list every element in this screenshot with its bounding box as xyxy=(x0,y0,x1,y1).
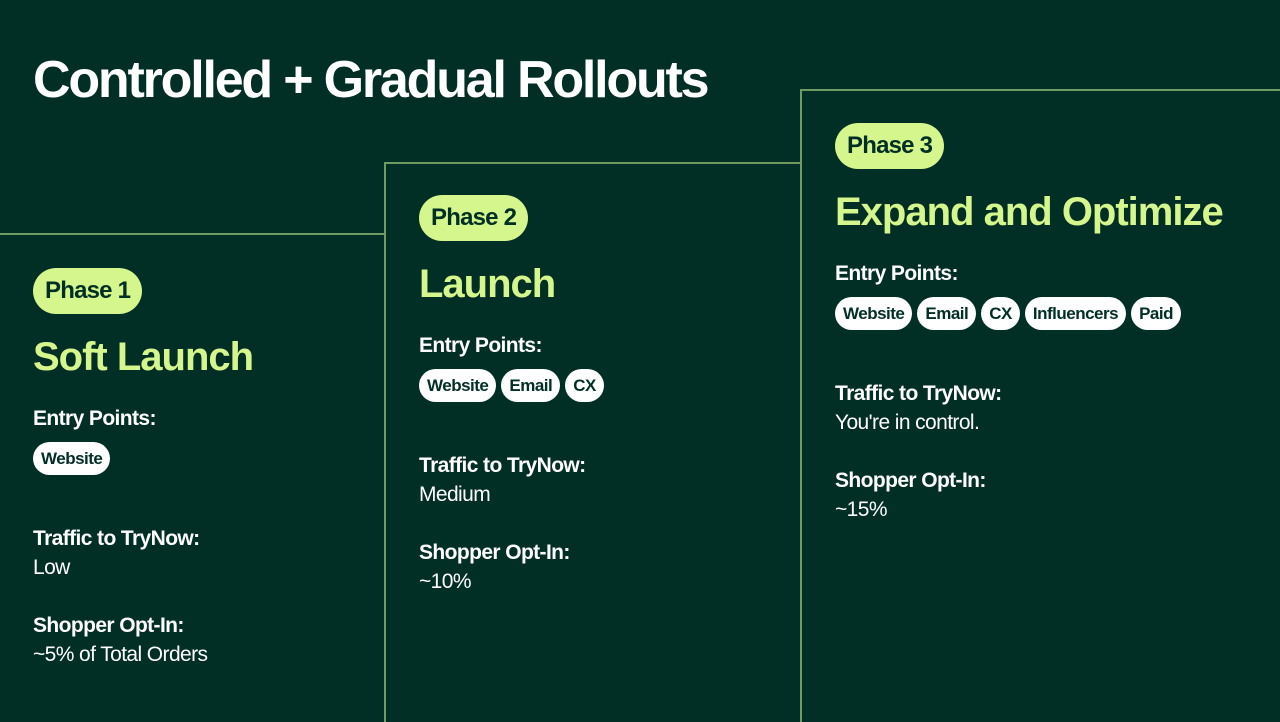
phase-badge: Phase 3 xyxy=(835,123,945,169)
entry-points-label: Entry Points: xyxy=(33,407,156,430)
optin-label: Shopper Opt-In: xyxy=(419,541,570,564)
traffic-label: Traffic to TryNow: xyxy=(835,382,1002,405)
traffic-value: Medium xyxy=(419,483,491,506)
entry-point-chip: Website xyxy=(835,297,913,330)
phase-badge: Phase 1 xyxy=(33,268,143,314)
entry-points-label: Entry Points: xyxy=(835,262,958,285)
traffic-label: Traffic to TryNow: xyxy=(419,454,586,477)
phase-title: Expand and Optimize xyxy=(835,190,1224,234)
optin-section: Shopper Opt-In: ~5% of Total Orders xyxy=(33,612,253,670)
phase-title: Launch xyxy=(419,262,556,306)
entry-points-label: Entry Points: xyxy=(419,334,542,357)
phase-2-panel: Phase 2 Launch Entry Points: Website Ema… xyxy=(384,162,800,722)
phase-1-panel: Phase 1 Soft Launch Entry Points: Websit… xyxy=(0,233,384,722)
traffic-value: You're in control. xyxy=(835,411,980,434)
entry-point-chip: Email xyxy=(917,297,977,330)
optin-section: Shopper Opt-In: ~10% xyxy=(419,539,604,597)
traffic-section: Traffic to TryNow: Low xyxy=(33,525,253,583)
traffic-section: Traffic to TryNow: You're in control. xyxy=(835,380,1223,438)
page-title: Controlled + Gradual Rollouts xyxy=(33,51,710,109)
phase-title: Soft Launch xyxy=(33,335,254,379)
optin-section: Shopper Opt-In: ~15% xyxy=(835,467,1223,525)
phase-3-panel: Phase 3 Expand and Optimize Entry Points… xyxy=(800,89,1280,722)
optin-label: Shopper Opt-In: xyxy=(33,614,184,637)
entry-point-chip: CX xyxy=(981,297,1020,330)
entry-point-chip: Website xyxy=(33,442,111,475)
optin-value: ~10% xyxy=(419,570,472,593)
optin-label: Shopper Opt-In: xyxy=(835,469,986,492)
traffic-value: Low xyxy=(33,556,70,579)
entry-point-chip: Influencers xyxy=(1024,297,1127,330)
entry-points-list: Website Email CX Influencers Paid xyxy=(835,297,1223,330)
traffic-label: Traffic to TryNow: xyxy=(33,527,200,550)
entry-points-list: Website Email CX xyxy=(419,369,604,402)
traffic-section: Traffic to TryNow: Medium xyxy=(419,452,604,510)
optin-value: ~15% xyxy=(835,498,888,521)
entry-point-chip: Email xyxy=(501,369,561,402)
entry-point-chip: CX xyxy=(565,369,604,402)
entry-point-chip: Paid xyxy=(1131,297,1181,330)
entry-point-chip: Website xyxy=(419,369,497,402)
entry-points-list: Website xyxy=(33,442,253,475)
phase-badge: Phase 2 xyxy=(419,195,529,241)
optin-value: ~5% of Total Orders xyxy=(33,643,208,666)
